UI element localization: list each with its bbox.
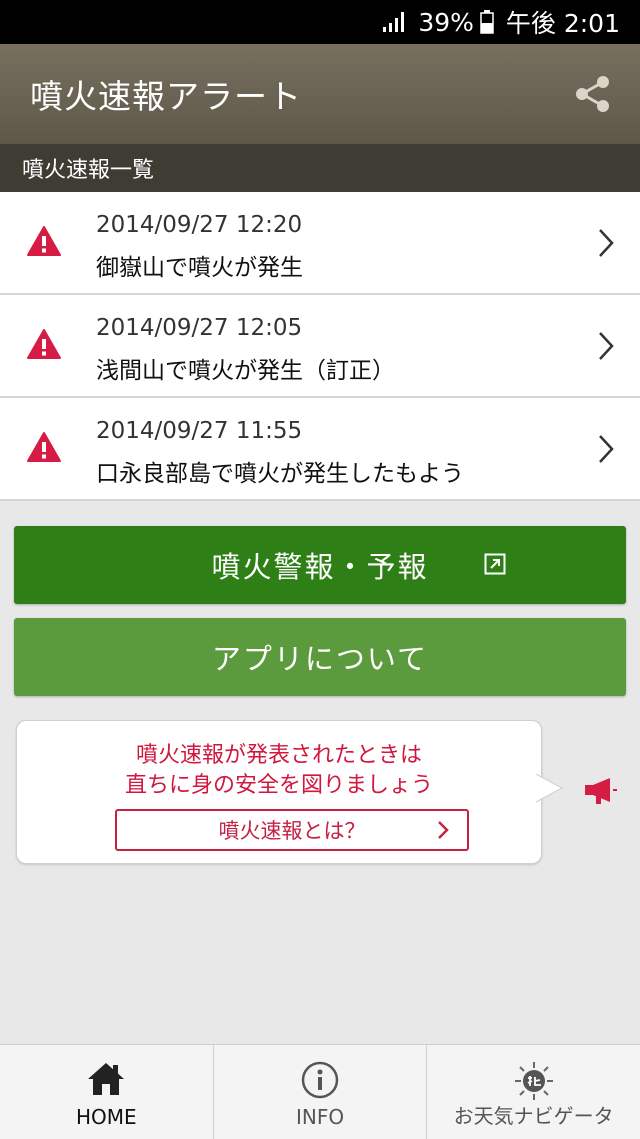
alert-message: 口永良部島で噴火が発生したもよう xyxy=(96,461,464,487)
nav-home[interactable]: HOME xyxy=(0,1045,213,1139)
eruption-warning-button[interactable]: 噴火警報・予報 xyxy=(14,526,626,604)
safety-message-bubble: 噴火速報が発表されたときは 直ちに身の安全を図りましょう 噴火速報とは？ xyxy=(16,720,542,864)
alert-datetime: 2014/09/27 12:20 xyxy=(96,212,303,238)
about-app-label: アプリについて xyxy=(211,642,429,676)
safety-message-line1: 噴火速報が発表されたときは xyxy=(135,743,422,768)
status-bar: 39% 午後 2:01 xyxy=(0,0,640,44)
bubble-tail xyxy=(536,774,564,803)
nav-home-label: HOME xyxy=(75,1105,137,1129)
bottom-nav: HOME INFO お天気ナビゲータ xyxy=(0,1044,640,1139)
eruption-warning-label: 噴火警報・予報 xyxy=(211,550,429,584)
chevron-right-icon xyxy=(599,229,614,257)
nav-info-label: INFO xyxy=(295,1105,345,1129)
app-bar: 噴火速報アラート xyxy=(0,44,640,144)
app-title: 噴火速報アラート xyxy=(30,77,302,116)
safety-message-line2: 直ちに身の安全を図りましょう xyxy=(124,773,433,798)
alert-datetime: 2014/09/27 12:05 xyxy=(96,315,303,341)
alert-list-item[interactable]: 2014/09/27 12:05 浅間山で噴火が発生（訂正） xyxy=(0,295,640,398)
section-header: 噴火速報一覧 xyxy=(0,144,640,192)
alert-list-item[interactable]: 2014/09/27 11:55 口永良部島で噴火が発生したもよう xyxy=(0,398,640,501)
alert-message: 浅間山で噴火が発生（訂正） xyxy=(96,358,395,384)
about-eruption-alert-label: 噴火速報とは？ xyxy=(218,819,366,843)
home-icon xyxy=(88,1063,125,1095)
warning-icon xyxy=(27,329,61,359)
battery-percent: 39% xyxy=(418,7,474,37)
warning-icon xyxy=(27,226,61,256)
info-icon xyxy=(301,1061,339,1099)
signal-icon xyxy=(383,12,405,32)
alert-list: 2014/09/27 12:20 御嶽山で噴火が発生 2014/09/27 12… xyxy=(0,192,640,501)
share-icon xyxy=(576,76,609,112)
megaphone-icon xyxy=(585,778,617,804)
weather-navigator-icon xyxy=(514,1062,553,1100)
about-app-button[interactable]: アプリについて xyxy=(14,618,626,696)
alert-list-item[interactable]: 2014/09/27 12:20 御嶽山で噴火が発生 xyxy=(0,192,640,295)
nav-info[interactable]: INFO xyxy=(212,1045,427,1139)
warning-icon xyxy=(27,432,61,462)
external-link-icon xyxy=(484,553,506,575)
alert-datetime: 2014/09/27 11:55 xyxy=(96,418,303,444)
about-eruption-alert-link[interactable]: 噴火速報とは？ xyxy=(115,809,469,851)
battery-icon xyxy=(480,10,494,34)
share-button[interactable] xyxy=(568,70,616,118)
nav-weather-navigator[interactable]: お天気ナビゲータ xyxy=(426,1045,640,1139)
clock: 午後 2:01 xyxy=(505,9,620,38)
chevron-right-icon xyxy=(438,821,449,839)
nav-weather-navigator-label: お天気ナビゲータ xyxy=(453,1104,614,1128)
chevron-right-icon xyxy=(599,332,614,360)
chevron-right-icon xyxy=(599,435,614,463)
alert-message: 御嶽山で噴火が発生 xyxy=(96,255,303,281)
